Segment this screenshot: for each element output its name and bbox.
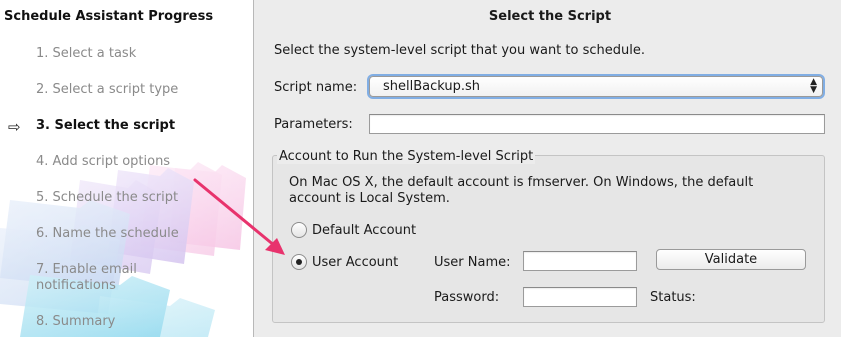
step-summary: 8. Summary [36, 314, 116, 329]
default-account-label[interactable]: Default Account [312, 223, 416, 238]
status-label: Status: [650, 290, 696, 305]
step-add-script-options: 4. Add script options [36, 154, 171, 169]
user-account-label[interactable]: User Account [312, 255, 398, 270]
arrow-right-icon: ⇨ [8, 118, 21, 136]
password-label: Password: [434, 290, 500, 305]
script-name-label: Script name: [274, 80, 358, 95]
sidebar-title: Schedule Assistant Progress [4, 9, 214, 24]
page-title: Select the Script [488, 9, 612, 24]
step-select-script: 3. Select the script [36, 118, 176, 133]
script-name-select[interactable]: shellBackup.sh ▲ ▼ [369, 76, 823, 97]
parameters-field[interactable] [369, 114, 825, 134]
instructions-text: Select the system-level script that you … [274, 43, 645, 58]
step-select-script-type: 2. Select a script type [36, 82, 179, 97]
annotation-arrow [193, 178, 285, 255]
user-name-field[interactable] [523, 251, 637, 271]
password-field[interactable] [523, 287, 637, 307]
account-info-text: On Mac OS X, the default account is fmse… [289, 175, 754, 206]
step-select-task: 1. Select a task [36, 46, 137, 61]
up-down-chevron-icon: ▲ ▼ [810, 77, 817, 95]
step-enable-email: 7. Enable email notifications [36, 262, 137, 293]
validate-button[interactable]: Validate [656, 249, 806, 270]
user-name-label: User Name: [434, 255, 511, 270]
account-group-legend: Account to Run the System-level Script [277, 149, 536, 164]
main-panel: Select the Script Select the system-leve… [255, 0, 841, 337]
parameters-label: Parameters: [274, 117, 353, 132]
progress-sidebar: Schedule Assistant Progress ⇨ 1. Select … [0, 0, 254, 337]
script-name-value: shellBackup.sh [383, 79, 481, 94]
